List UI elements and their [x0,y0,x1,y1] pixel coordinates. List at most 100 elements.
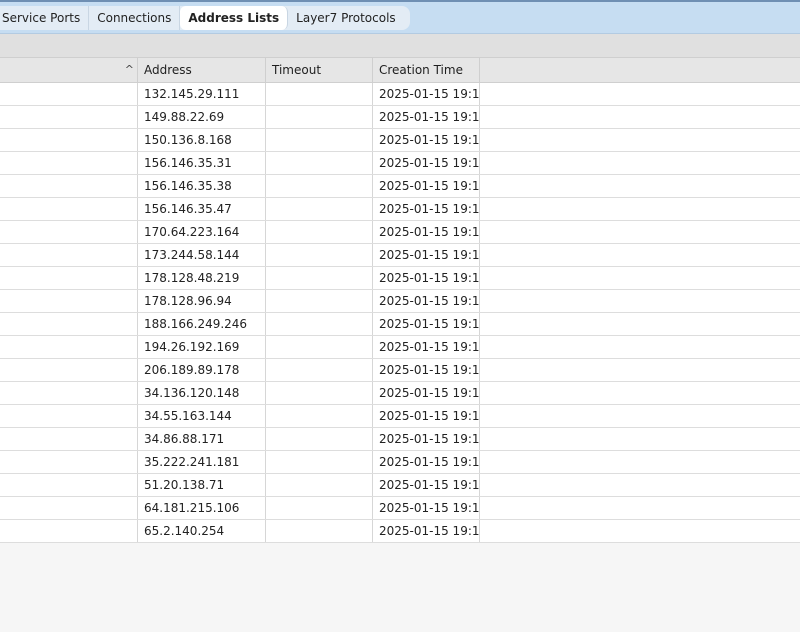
tab-layer7-protocols[interactable]: Layer7 Protocols [288,6,404,30]
cell-list [0,313,138,335]
cell-timeout [266,290,373,312]
column-header-address[interactable]: Address [138,58,266,83]
cell-creation-time: 2025-01-15 19:16... [373,83,480,105]
cell-address: 206.189.89.178 [138,359,266,381]
cell-timeout [266,106,373,128]
cell-creation-time: 2025-01-15 19:16... [373,428,480,450]
table-header: ^ Address Timeout Creation Time [0,58,800,83]
row-filler [480,244,800,266]
cell-address: 170.64.223.164 [138,221,266,243]
tab-bar: Service Ports Connections Address Lists … [0,2,800,34]
toolbar [0,34,800,58]
cell-list [0,474,138,496]
header-filler [480,58,800,82]
cell-list [0,267,138,289]
cell-timeout [266,198,373,220]
cell-list [0,336,138,358]
table-row[interactable]: 34.86.88.171 2025-01-15 19:16... [0,428,800,451]
table-row[interactable]: 156.146.35.38 2025-01-15 19:16... [0,175,800,198]
table-row[interactable]: 149.88.22.69 2025-01-15 19:16... [0,106,800,129]
cell-timeout [266,474,373,496]
tab-connections[interactable]: Connections [89,6,181,30]
cell-list [0,428,138,450]
table-row[interactable]: 132.145.29.111 2025-01-15 19:16... [0,83,800,106]
row-filler [480,313,800,335]
table-row[interactable]: 156.146.35.31 2025-01-15 19:16... [0,152,800,175]
column-header-timeout[interactable]: Timeout [266,58,373,83]
table-row[interactable]: 150.136.8.168 2025-01-15 19:16... [0,129,800,152]
cell-list [0,359,138,381]
cell-timeout [266,221,373,243]
cell-timeout [266,267,373,289]
cell-timeout [266,244,373,266]
cell-timeout [266,129,373,151]
cell-list [0,152,138,174]
cell-creation-time: 2025-01-15 19:16... [373,267,480,289]
row-filler [480,382,800,404]
cell-list [0,221,138,243]
address-list-table: ^ Address Timeout Creation Time 132.145.… [0,58,800,543]
cell-creation-time: 2025-01-15 19:16... [373,336,480,358]
tab-strip: Service Ports Connections Address Lists … [0,6,410,30]
cell-address: 51.20.138.71 [138,474,266,496]
cell-list [0,175,138,197]
table-row[interactable]: 178.128.96.94 2025-01-15 19:16... [0,290,800,313]
sort-ascending-icon: ^ [124,63,134,76]
cell-list [0,451,138,473]
cell-creation-time: 2025-01-15 19:16... [373,382,480,404]
cell-timeout [266,336,373,358]
row-filler [480,428,800,450]
cell-address: 149.88.22.69 [138,106,266,128]
table-row[interactable]: 206.189.89.178 2025-01-15 19:16... [0,359,800,382]
cell-address: 34.136.120.148 [138,382,266,404]
tab-service-ports[interactable]: Service Ports [0,6,90,30]
cell-address: 194.26.192.169 [138,336,266,358]
table-row[interactable]: 178.128.48.219 2025-01-15 19:16... [0,267,800,290]
table-row[interactable]: 170.64.223.164 2025-01-15 19:16... [0,221,800,244]
cell-timeout [266,520,373,542]
row-filler [480,221,800,243]
table-row[interactable]: 51.20.138.71 2025-01-15 19:16... [0,474,800,497]
cell-creation-time: 2025-01-15 19:16... [373,405,480,427]
table-row[interactable]: 156.146.35.47 2025-01-15 19:16... [0,198,800,221]
cell-address: 35.222.241.181 [138,451,266,473]
column-header-list[interactable]: ^ [0,58,138,83]
row-filler [480,152,800,174]
cell-timeout [266,451,373,473]
cell-address: 156.146.35.38 [138,175,266,197]
cell-list [0,106,138,128]
table-row[interactable]: 34.55.163.144 2025-01-15 19:16... [0,405,800,428]
cell-creation-time: 2025-01-15 19:16... [373,152,480,174]
cell-list [0,244,138,266]
cell-creation-time: 2025-01-15 19:16... [373,290,480,312]
cell-creation-time: 2025-01-15 19:16... [373,198,480,220]
table-row[interactable]: 173.244.58.144 2025-01-15 19:16... [0,244,800,267]
cell-creation-time: 2025-01-15 19:16... [373,221,480,243]
row-filler [480,497,800,519]
table-row[interactable]: 188.166.249.246 2025-01-15 19:16... [0,313,800,336]
row-filler [480,451,800,473]
row-filler [480,106,800,128]
column-header-creation-time[interactable]: Creation Time [373,58,480,83]
cell-creation-time: 2025-01-15 19:16... [373,359,480,381]
cell-address: 188.166.249.246 [138,313,266,335]
cell-creation-time: 2025-01-15 19:16... [373,175,480,197]
tab-address-lists[interactable]: Address Lists [180,6,289,30]
cell-address: 65.2.140.254 [138,520,266,542]
cell-timeout [266,152,373,174]
row-filler [480,520,800,542]
table-row[interactable]: 64.181.215.106 2025-01-15 19:16... [0,497,800,520]
cell-list [0,83,138,105]
cell-creation-time: 2025-01-15 19:16... [373,497,480,519]
table-row[interactable]: 194.26.192.169 2025-01-15 19:16... [0,336,800,359]
cell-list [0,382,138,404]
cell-list [0,129,138,151]
cell-creation-time: 2025-01-15 19:16... [373,313,480,335]
table-row[interactable]: 65.2.140.254 2025-01-15 19:16... [0,520,800,543]
row-filler [480,474,800,496]
cell-address: 156.146.35.47 [138,198,266,220]
table-row[interactable]: 35.222.241.181 2025-01-15 19:16... [0,451,800,474]
row-filler [480,405,800,427]
table-row[interactable]: 34.136.120.148 2025-01-15 19:16... [0,382,800,405]
row-filler [480,290,800,312]
